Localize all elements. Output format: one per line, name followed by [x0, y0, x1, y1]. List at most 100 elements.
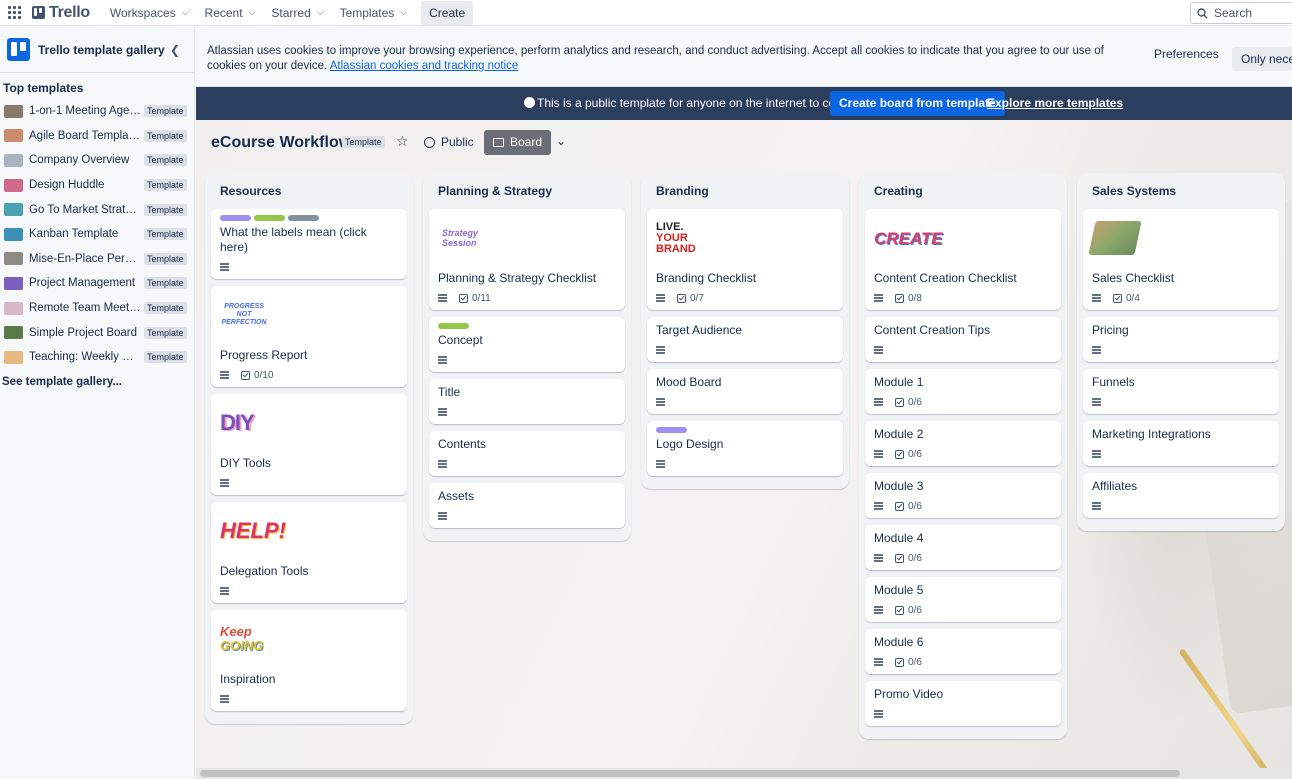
card-labels[interactable]: [656, 427, 834, 433]
recent-menu[interactable]: Recent ⌵: [197, 0, 264, 26]
card-label[interactable]: [288, 215, 319, 221]
card[interactable]: Target Audience: [647, 317, 843, 362]
checklist-count: 0/4: [1126, 292, 1140, 304]
star-icon[interactable]: ☆: [396, 133, 409, 150]
visibility-button[interactable]: Public: [424, 135, 474, 149]
only-necessary-button[interactable]: Only necessary: [1232, 47, 1292, 71]
search-box[interactable]: [1190, 2, 1292, 24]
app-switcher-icon[interactable]: [8, 5, 22, 20]
card-title: Contents: [438, 437, 487, 451]
template-badge: Template: [342, 136, 385, 148]
description-icon: [1092, 450, 1101, 458]
checklist-icon: [895, 501, 904, 511]
card[interactable]: Content Creation Tips: [865, 317, 1061, 362]
list-title[interactable]: Resources: [211, 173, 407, 209]
search-icon: [1197, 7, 1208, 18]
card[interactable]: Module 6 0/6: [865, 629, 1061, 674]
board-title[interactable]: eCourse Workflow: [211, 134, 351, 152]
card[interactable]: Pricing: [1083, 317, 1279, 362]
card[interactable]: Funnels: [1083, 369, 1279, 414]
card[interactable]: Title: [429, 379, 625, 424]
card[interactable]: DIY DIY Tools: [211, 394, 407, 495]
list-column: Planning & Strategy Strategy Session Planni…: [423, 173, 631, 541]
explore-more-templates-link[interactable]: Explore more templates: [987, 96, 1123, 110]
template-name: 1-on-1 Meeting Agenda: [29, 105, 141, 118]
card-badges: [874, 708, 1052, 720]
list-title[interactable]: Sales Systems: [1083, 173, 1279, 209]
starred-menu[interactable]: Starred ⌵: [263, 0, 331, 26]
description-icon: [1092, 398, 1101, 406]
checklist-count: 0/10: [254, 369, 274, 381]
sidebar-template-item[interactable]: Design Huddle Template: [0, 173, 194, 198]
card[interactable]: Mood Board: [647, 369, 843, 414]
card-label[interactable]: [656, 427, 687, 433]
board-view-icon: [493, 138, 504, 147]
list-title[interactable]: Planning & Strategy: [429, 173, 625, 209]
card[interactable]: Sales Checklist 0/4: [1083, 209, 1279, 310]
card[interactable]: Keep GOING Inspiration: [211, 610, 407, 711]
card-label[interactable]: [220, 215, 251, 221]
card-badges: 0/6: [874, 656, 1052, 668]
card[interactable]: Module 5 0/6: [865, 577, 1061, 622]
card[interactable]: Module 1 0/6: [865, 369, 1061, 414]
card[interactable]: What the labels mean (click here): [211, 209, 407, 279]
template-badge: Template: [144, 154, 187, 167]
card-labels[interactable]: [438, 323, 616, 329]
card[interactable]: Module 2 0/6: [865, 421, 1061, 466]
board-header: eCourse Workflow Template ☆ Public Board…: [196, 120, 1292, 166]
cookie-notice-link[interactable]: Atlassian cookies and tracking notice: [330, 60, 519, 72]
list-title[interactable]: Creating: [865, 173, 1061, 209]
card-title: Mood Board: [656, 375, 722, 389]
card[interactable]: Concept: [429, 317, 625, 372]
board-horizontal-scrollbar[interactable]: [196, 768, 1292, 779]
views-dropdown-chevron-icon[interactable]: ⌄: [556, 134, 566, 148]
create-board-from-template-button[interactable]: Create board from template: [830, 91, 1005, 116]
trello-logo[interactable]: Trello: [32, 4, 90, 22]
workspaces-menu[interactable]: Workspaces ⌵: [102, 0, 197, 26]
sidebar-template-item[interactable]: Agile Board Template | TrelloTemplate: [0, 124, 194, 149]
card-title: Inspiration: [220, 672, 276, 686]
card[interactable]: PROGRESS NOT PERFECTION Progress Report 0/10: [211, 286, 407, 387]
templates-menu[interactable]: Templates ⌵: [332, 0, 416, 26]
card[interactable]: Strategy Session Planning & Strategy Check…: [429, 209, 625, 310]
sidebar-template-item[interactable]: Mise-En-Place Personal Template: [0, 247, 194, 272]
sidebar-template-item[interactable]: 1-on-1 Meeting Agenda Template: [0, 99, 194, 124]
card[interactable]: Affiliates: [1083, 473, 1279, 518]
sidebar-template-item[interactable]: Company Overview Template: [0, 148, 194, 173]
template-badge: Template: [144, 351, 187, 364]
card[interactable]: LIVE. YOUR BRAND Branding Checklist 0/7: [647, 209, 843, 310]
card-badges: [1092, 500, 1270, 512]
card-labels[interactable]: [220, 215, 398, 221]
card[interactable]: Logo Design: [647, 421, 843, 476]
card[interactable]: Module 3 0/6: [865, 473, 1061, 518]
card-badges: [220, 477, 398, 489]
search-input[interactable]: [1214, 6, 1292, 20]
sidebar-template-item[interactable]: Kanban Template Template: [0, 222, 194, 247]
preferences-button[interactable]: Preferences: [1154, 47, 1219, 61]
sidebar-template-item[interactable]: Remote Team Meetings Template: [0, 296, 194, 321]
see-template-gallery-link[interactable]: See template gallery...: [0, 370, 194, 388]
card[interactable]: Module 4 0/6: [865, 525, 1061, 570]
create-button[interactable]: Create: [421, 0, 474, 25]
card[interactable]: Contents: [429, 431, 625, 476]
card-label[interactable]: [254, 215, 285, 221]
card[interactable]: Assets: [429, 483, 625, 528]
sidebar-template-item[interactable]: Project Management Template: [0, 271, 194, 296]
card[interactable]: HELP! Delegation Tools: [211, 502, 407, 603]
description-icon: [656, 346, 665, 354]
sidebar-header: Trello template gallery ❮: [0, 27, 194, 73]
sidebar-template-item[interactable]: Simple Project Board Template: [0, 320, 194, 345]
card-label[interactable]: [438, 323, 469, 329]
card[interactable]: Marketing Integrations: [1083, 421, 1279, 466]
scrollbar-thumb[interactable]: [200, 770, 1180, 777]
list-title[interactable]: Branding: [647, 173, 843, 209]
template-badge: Template: [144, 326, 187, 339]
card[interactable]: CREATE Content Creation Checklist 0/8: [865, 209, 1061, 310]
board-view-button[interactable]: Board: [484, 130, 552, 155]
card[interactable]: Promo Video: [865, 681, 1061, 726]
template-name: Mise-En-Place Personal: [29, 252, 141, 265]
sidebar-template-item[interactable]: Go To Market Strategy Template: [0, 197, 194, 222]
card-title: Module 1: [874, 375, 924, 389]
collapse-sidebar-icon[interactable]: ❮: [170, 43, 180, 57]
sidebar-template-item[interactable]: Teaching: Weekly PlanningTemplate: [0, 345, 194, 370]
